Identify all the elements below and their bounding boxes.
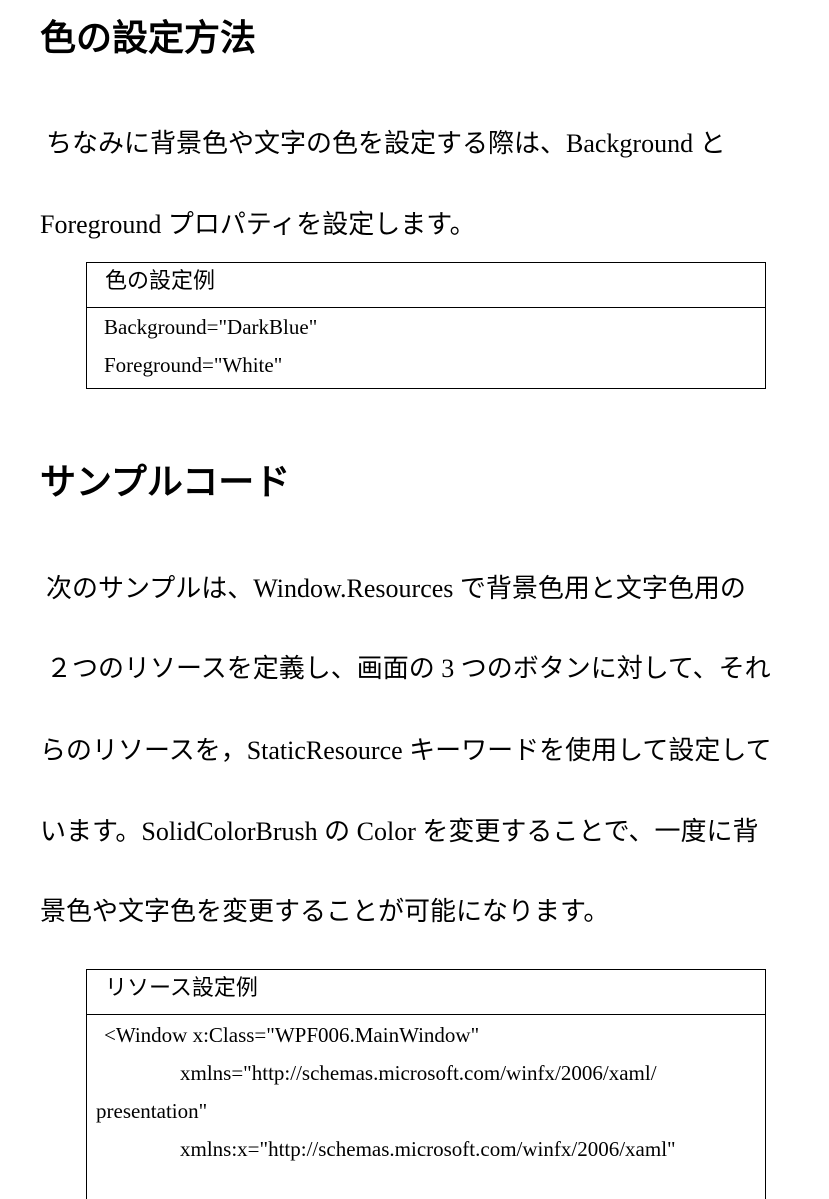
- color-example-box: 色の設定例 Background="DarkBlue" Foreground="…: [86, 262, 766, 389]
- section-heading-color-settings: 色の設定方法: [40, 17, 257, 59]
- document-page: 色の設定方法 ちなみに背景色や文字の色を設定する際は、Background と …: [0, 0, 829, 1199]
- code-line: xmlns="http://schemas.microsoft.com/winf…: [180, 1061, 657, 1085]
- paragraph-line: Foreground プロパティを設定します。: [40, 210, 476, 239]
- paragraph-line: 次のサンプルは、Window.Resources で背景色用と文字色用の: [46, 574, 746, 603]
- section-heading-sample-code: サンプルコード: [40, 461, 291, 503]
- paragraph-line: ちなみに背景色や文字の色を設定する際は、Background と: [46, 129, 726, 158]
- paragraph-line: 景色や文字色を変更することが可能になります。: [40, 897, 610, 926]
- code-line: presentation": [96, 1099, 208, 1123]
- code-line: <Window x:Class="WPF006.MainWindow": [104, 1023, 480, 1047]
- paragraph-line: います。SolidColorBrush の Color を変更することで、一度に…: [40, 817, 759, 846]
- code-line: xmlns:x="http://schemas.microsoft.com/wi…: [180, 1137, 676, 1161]
- code-line: Foreground="White": [104, 353, 283, 377]
- resource-example-box-title: リソース設定例: [87, 970, 765, 1015]
- resource-example-box: リソース設定例 <Window x:Class="WPF006.MainWind…: [86, 969, 766, 1199]
- color-example-box-title: 色の設定例: [87, 263, 765, 308]
- paragraph-line: ２つのリソースを定義し、画面の 3 つのボタンに対して、それ: [46, 654, 771, 683]
- code-line: Background="DarkBlue": [104, 315, 318, 339]
- paragraph-line: らのリソースを，StaticResource キーワードを使用して設定して: [40, 736, 772, 765]
